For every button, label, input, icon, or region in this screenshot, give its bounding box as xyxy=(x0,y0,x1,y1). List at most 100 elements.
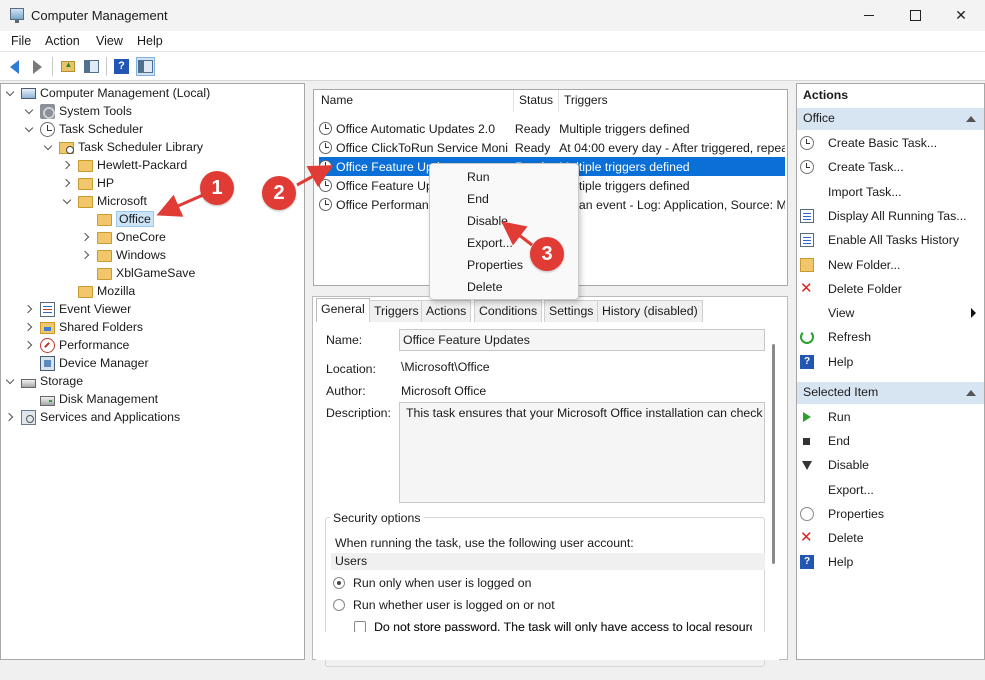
action-help[interactable]: ? Help xyxy=(800,552,980,572)
action-run[interactable]: Run xyxy=(800,407,980,427)
performance-icon xyxy=(40,337,55,353)
radio-run-whether[interactable] xyxy=(333,599,345,611)
tree-item-label: Microsoft xyxy=(97,194,147,208)
expand-chevron-icon[interactable] xyxy=(63,160,73,170)
task-name-field[interactable]: Office Feature Updates xyxy=(399,329,765,351)
tree-item[interactable]: Hewlett-Packard xyxy=(63,156,187,174)
menu-file[interactable]: File xyxy=(11,34,31,48)
column-header-triggers[interactable]: Triggers xyxy=(564,93,608,107)
tree-item[interactable]: Mozilla xyxy=(63,282,135,300)
menu-action[interactable]: Action xyxy=(45,34,80,48)
context-menu-properties[interactable]: Properties xyxy=(467,258,523,272)
forward-arrow-icon[interactable] xyxy=(28,57,47,76)
description-field[interactable]: This task ensures that your Microsoft Of… xyxy=(399,402,765,503)
name-label: Name: xyxy=(326,333,363,347)
collapse-icon[interactable] xyxy=(966,390,976,396)
expand-chevron-icon[interactable] xyxy=(82,250,92,260)
tab-triggers[interactable]: Triggers xyxy=(369,300,424,322)
vertical-scrollbar[interactable] xyxy=(772,344,775,564)
close-button[interactable] xyxy=(938,0,984,31)
tree-item-label: Computer Management (Local) xyxy=(40,86,211,100)
tab-conditions[interactable]: Conditions xyxy=(474,300,543,322)
action-properties[interactable]: Properties xyxy=(800,504,980,524)
expand-chevron-icon[interactable] xyxy=(25,124,35,134)
library-folder-icon xyxy=(59,142,74,154)
menu-view[interactable]: View xyxy=(96,34,123,48)
tree-item[interactable]: Task Scheduler xyxy=(25,120,143,138)
tree-item[interactable]: Windows xyxy=(82,246,166,264)
minimize-button[interactable] xyxy=(846,0,892,31)
tab-general[interactable]: General xyxy=(316,298,370,322)
collapse-icon[interactable] xyxy=(966,116,976,122)
action-display-all-running-tas[interactable]: Display All Running Tas... xyxy=(800,206,980,226)
tab-settings[interactable]: Settings xyxy=(544,300,599,322)
tree-item[interactable]: Task Scheduler Library xyxy=(44,138,203,156)
tab-history[interactable]: History (disabled) xyxy=(597,300,703,322)
tree-item[interactable]: Shared Folders xyxy=(25,318,143,336)
menu-help[interactable]: Help xyxy=(137,34,163,48)
context-menu-end[interactable]: End xyxy=(467,192,489,206)
action-label: View xyxy=(828,306,855,321)
tree-item[interactable]: XblGameSave xyxy=(82,264,195,282)
action-end[interactable]: End xyxy=(800,431,980,451)
tree-item[interactable]: Disk Management xyxy=(25,390,158,408)
radio-run-logged-on[interactable] xyxy=(333,577,345,589)
end-icon xyxy=(800,434,814,448)
expand-chevron-icon[interactable] xyxy=(25,304,35,314)
section-selected-item[interactable]: Selected Item xyxy=(797,382,984,404)
context-menu-delete[interactable]: Delete xyxy=(467,280,503,294)
tree-item[interactable]: Performance xyxy=(25,336,129,354)
tree-item[interactable]: Event Viewer xyxy=(25,300,131,318)
action-export[interactable]: Export... xyxy=(800,480,980,500)
expand-chevron-icon[interactable] xyxy=(25,340,35,350)
action-create-task[interactable]: Create Task... xyxy=(800,157,980,177)
action-view[interactable]: View xyxy=(800,303,980,323)
column-header-name[interactable]: Name xyxy=(321,93,353,107)
tree-item[interactable]: Services and Applications xyxy=(6,408,180,426)
tree-item[interactable]: Computer Management (Local) xyxy=(6,84,210,102)
tree-item[interactable]: HP xyxy=(63,174,114,192)
section-office[interactable]: Office xyxy=(797,108,984,130)
tree-item[interactable]: OneCore xyxy=(82,228,166,246)
action-new-folder[interactable]: New Folder... xyxy=(800,255,980,275)
console-tree-icon[interactable] xyxy=(82,57,101,76)
context-menu-run[interactable]: Run xyxy=(467,170,490,184)
tab-actions[interactable]: Actions xyxy=(421,300,472,322)
column-divider xyxy=(513,90,514,112)
tree-item[interactable]: Storage xyxy=(6,372,83,390)
task-row[interactable]: Office ClickToRun Service Moni... Ready At… xyxy=(319,138,785,157)
expand-chevron-icon[interactable] xyxy=(6,88,16,98)
context-menu-export[interactable]: Export... xyxy=(467,236,513,250)
action-disable[interactable]: Disable xyxy=(800,455,980,475)
action-help[interactable]: ? Help xyxy=(800,352,980,372)
tree-item[interactable]: Office xyxy=(82,210,154,228)
folder-up-icon[interactable] xyxy=(58,57,77,76)
expand-chevron-icon[interactable] xyxy=(63,178,73,188)
expand-chevron-icon[interactable] xyxy=(25,106,35,116)
tree-item[interactable]: System Tools xyxy=(25,102,132,120)
expand-chevron-icon[interactable] xyxy=(6,376,16,386)
action-label: Display All Running Tas... xyxy=(828,208,967,223)
context-menu-disable[interactable]: Disable xyxy=(467,214,508,228)
action-refresh[interactable]: Refresh xyxy=(800,327,980,347)
action-delete-folder[interactable]: Delete Folder xyxy=(800,279,980,299)
expand-chevron-icon[interactable] xyxy=(6,412,16,422)
expand-chevron-icon[interactable] xyxy=(82,232,92,242)
tree-item[interactable]: Microsoft xyxy=(63,192,147,210)
icon-spacer xyxy=(800,185,814,199)
expand-chevron-icon[interactable] xyxy=(63,196,73,206)
help-icon[interactable]: ? xyxy=(112,57,131,76)
column-header-status[interactable]: Status xyxy=(519,93,553,107)
back-arrow-icon[interactable] xyxy=(5,57,24,76)
expand-chevron-icon[interactable] xyxy=(44,142,54,152)
action-import-task[interactable]: Import Task... xyxy=(800,182,980,202)
maximize-button[interactable] xyxy=(892,0,938,31)
action-create-basic-task[interactable]: Create Basic Task... xyxy=(800,133,980,153)
action-pane-icon[interactable] xyxy=(136,57,155,76)
action-delete[interactable]: Delete xyxy=(800,528,980,548)
expand-chevron-icon[interactable] xyxy=(25,322,35,332)
task-row[interactable]: Office Automatic Updates 2.0 Ready Multipl… xyxy=(319,119,785,138)
tree-item[interactable]: Device Manager xyxy=(25,354,149,372)
action-enable-all-tasks-history[interactable]: Enable All Tasks History xyxy=(800,230,980,250)
author-label: Author: xyxy=(326,384,366,398)
